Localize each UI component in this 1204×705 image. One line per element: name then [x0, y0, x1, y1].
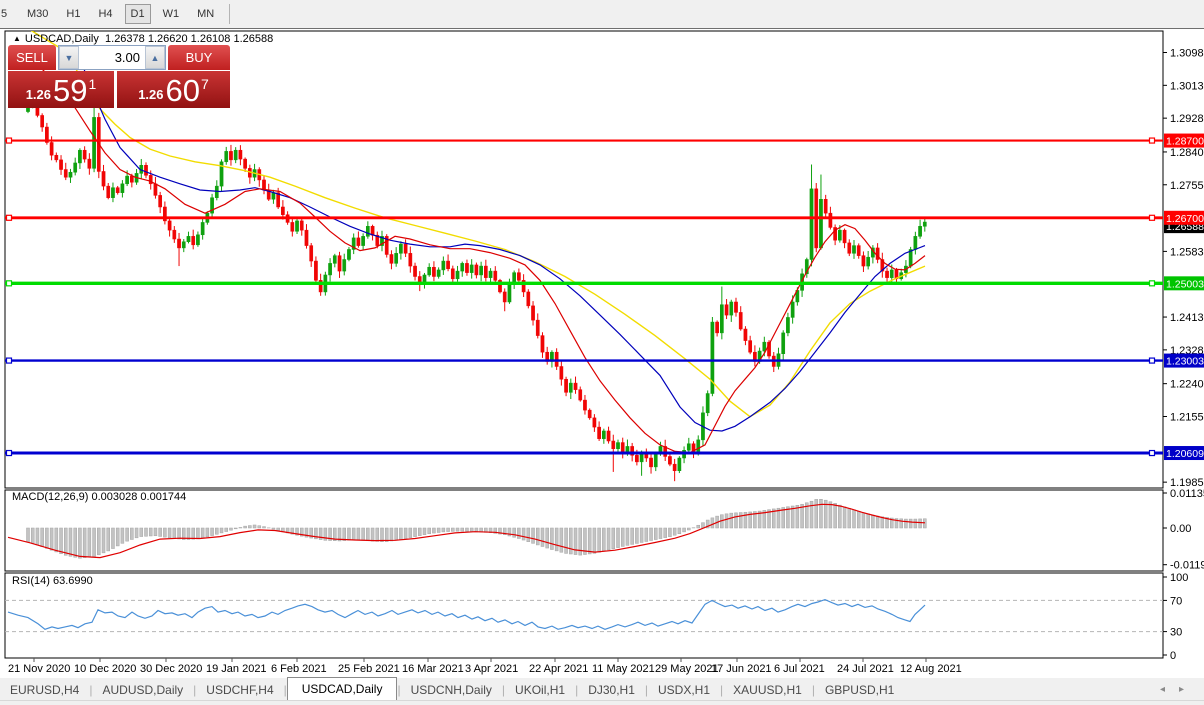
svg-text:16 Mar 2021: 16 Mar 2021	[402, 663, 464, 675]
timeframe-button-m30[interactable]: M30	[21, 4, 54, 24]
svg-text:24 Jul 2021: 24 Jul 2021	[837, 663, 894, 675]
svg-text:1.28700: 1.28700	[1166, 136, 1204, 148]
timeframe-button-d1[interactable]: D1	[125, 4, 151, 24]
timeframe-button-w1[interactable]: W1	[157, 4, 186, 24]
hline-handle[interactable]	[1150, 281, 1155, 286]
chart-symbol-period: USDCAD,Daily	[25, 33, 99, 45]
symbol-tabbar: EURUSD,H4|AUDUSD,Daily|USDCHF,H4|USDCAD,…	[0, 677, 1204, 701]
mt4-window: 5 M30 H1 H4 D1 W1MN 1.30980 1.30130 1.29280 1.28…	[0, 0, 1204, 705]
svg-text:6 Jul 2021: 6 Jul 2021	[774, 663, 825, 675]
svg-text:12 Aug 2021: 12 Aug 2021	[900, 663, 962, 675]
volume-increase-button[interactable]: ▲	[145, 46, 165, 69]
tab-xauusd-h1[interactable]: XAUUSD,H1	[723, 680, 812, 700]
price-chip-1.25003: 1.25003	[1164, 276, 1204, 290]
status-strip	[0, 700, 1204, 705]
hline-handle[interactable]	[1150, 358, 1155, 363]
chart-canvas[interactable]: 1.30980 1.30130 1.29280 1.28405 1.27555 1.258…	[0, 29, 1204, 678]
rsi-indicator-label: RSI(14) 63.6990	[12, 575, 93, 587]
svg-text:19 Jan 2021: 19 Jan 2021	[206, 663, 267, 675]
chart-ohlc-values: 1.26378 1.26620 1.26108 1.26588	[105, 33, 273, 45]
hline-handle[interactable]	[7, 358, 12, 363]
hline-handle[interactable]	[7, 138, 12, 143]
svg-text:6 Feb 2021: 6 Feb 2021	[271, 663, 327, 675]
svg-text:21 Nov 2020: 21 Nov 2020	[8, 663, 70, 675]
svg-text:30: 30	[1170, 627, 1182, 639]
chart-title: ▲ USDCAD,Daily 1.26378 1.26620 1.26108 1.…	[13, 33, 273, 45]
date-axis[interactable]: 21 Nov 2020 10 Dec 2020 30 Dec 2020 19 Jan …	[8, 658, 962, 675]
svg-text:1.27555: 1.27555	[1170, 180, 1204, 192]
macd-indicator-label: MACD(12,26,9) 0.003028 0.001744	[12, 491, 186, 503]
collapse-arrow-icon[interactable]: ▲	[13, 34, 21, 43]
svg-text:1.30130: 1.30130	[1170, 80, 1204, 92]
svg-text:17 Jun 2021: 17 Jun 2021	[711, 663, 772, 675]
svg-text:1.24130: 1.24130	[1170, 312, 1204, 324]
svg-text:-0.0119: -0.0119	[1170, 560, 1204, 572]
svg-text:0.01135: 0.01135	[1170, 488, 1204, 500]
sell-button[interactable]: SELL	[8, 45, 56, 70]
one-click-trading-panel: SELL ▼ 3.00 ▲ BUY 1.26591 1.26607	[8, 45, 230, 108]
svg-text:10 Dec 2020: 10 Dec 2020	[74, 663, 136, 675]
buy-price-pip: 7	[201, 76, 209, 92]
svg-text:25 Feb 2021: 25 Feb 2021	[338, 663, 400, 675]
svg-text:1.25003: 1.25003	[1166, 278, 1204, 290]
svg-text:1.21555: 1.21555	[1170, 411, 1204, 423]
volume-value[interactable]: 3.00	[79, 46, 145, 69]
tab-gbpusd-h1[interactable]: GBPUSD,H1	[815, 680, 904, 700]
svg-text:3 Apr 2021: 3 Apr 2021	[465, 663, 518, 675]
timeframe-button-mn[interactable]: MN	[191, 4, 220, 24]
sell-price-prefix: 1.26	[26, 87, 51, 102]
svg-text:11 May 2021: 11 May 2021	[592, 663, 655, 675]
chart-window: 1.30980 1.30130 1.29280 1.28405 1.27555 1.258…	[0, 28, 1204, 678]
svg-text:29 May 2021: 29 May 2021	[655, 663, 719, 675]
tab-scroll-arrows[interactable]: ◂▸	[1160, 684, 1198, 695]
svg-text:0.00: 0.00	[1170, 523, 1191, 535]
sell-price-pip: 1	[89, 76, 97, 92]
tab-usdx-h1[interactable]: USDX,H1	[648, 680, 720, 700]
price-chip-1.20609: 1.20609	[1164, 446, 1204, 460]
toolbar-separator	[229, 4, 230, 24]
svg-text:1.30980: 1.30980	[1170, 48, 1204, 60]
svg-text:22 Apr 2021: 22 Apr 2021	[529, 663, 588, 675]
hline-handle[interactable]	[1150, 138, 1155, 143]
volume-decrease-button[interactable]: ▼	[59, 46, 79, 69]
svg-text:1.29280: 1.29280	[1170, 113, 1204, 125]
hline-handle[interactable]	[7, 451, 12, 456]
hline-handle[interactable]	[1150, 215, 1155, 220]
tab-audusd-daily[interactable]: AUDUSD,Daily	[92, 680, 193, 700]
price-axis[interactable]: 1.30980 1.30130 1.29280 1.28405 1.27555 1.258…	[1163, 48, 1204, 663]
svg-text:1.23003: 1.23003	[1166, 356, 1204, 368]
timeframe-button-5[interactable]: 5	[0, 4, 15, 24]
hline-handle[interactable]	[7, 215, 12, 220]
svg-text:100: 100	[1170, 572, 1188, 584]
svg-text:70: 70	[1170, 595, 1182, 607]
tab-usdcnh-daily[interactable]: USDCNH,Daily	[401, 680, 502, 700]
svg-text:30 Dec 2020: 30 Dec 2020	[140, 663, 202, 675]
tab-ukoil-h1[interactable]: UKOil,H1	[505, 680, 575, 700]
svg-text:1.26700: 1.26700	[1166, 213, 1204, 225]
sell-price-box[interactable]: 1.26591	[8, 71, 114, 108]
buy-button[interactable]: BUY	[168, 45, 230, 70]
tab-usdcad-daily[interactable]: USDCAD,Daily	[287, 677, 398, 701]
tab-usdchf-h4[interactable]: USDCHF,H4	[196, 680, 283, 700]
svg-text:1.20609: 1.20609	[1166, 448, 1204, 460]
timeframe-button-h1[interactable]: H1	[60, 4, 86, 24]
timeframe-button-h4[interactable]: H4	[92, 4, 118, 24]
svg-text:1.25830: 1.25830	[1170, 246, 1204, 258]
price-chip-1.23003: 1.23003	[1164, 354, 1204, 368]
buy-price-main: 60	[166, 76, 200, 106]
volume-stepper: ▼ 3.00 ▲	[58, 45, 166, 70]
svg-text:1.28405: 1.28405	[1170, 147, 1204, 159]
timeframe-toolbar: 5 M30 H1 H4 D1 W1MN	[0, 0, 1204, 28]
price-chip-1.28700: 1.28700	[1164, 134, 1204, 148]
buy-price-box[interactable]: 1.26607	[117, 71, 230, 108]
buy-price-prefix: 1.26	[138, 87, 163, 102]
tab-eurusd-h4[interactable]: EURUSD,H4	[0, 680, 89, 700]
hline-handle[interactable]	[7, 281, 12, 286]
price-chip-1.26700: 1.26700	[1164, 211, 1204, 225]
svg-text:1.22405: 1.22405	[1170, 379, 1204, 391]
sell-price-main: 59	[53, 76, 87, 106]
svg-text:0: 0	[1170, 650, 1176, 662]
hline-handle[interactable]	[1150, 451, 1155, 456]
tab-dj30-h1[interactable]: DJ30,H1	[578, 680, 645, 700]
